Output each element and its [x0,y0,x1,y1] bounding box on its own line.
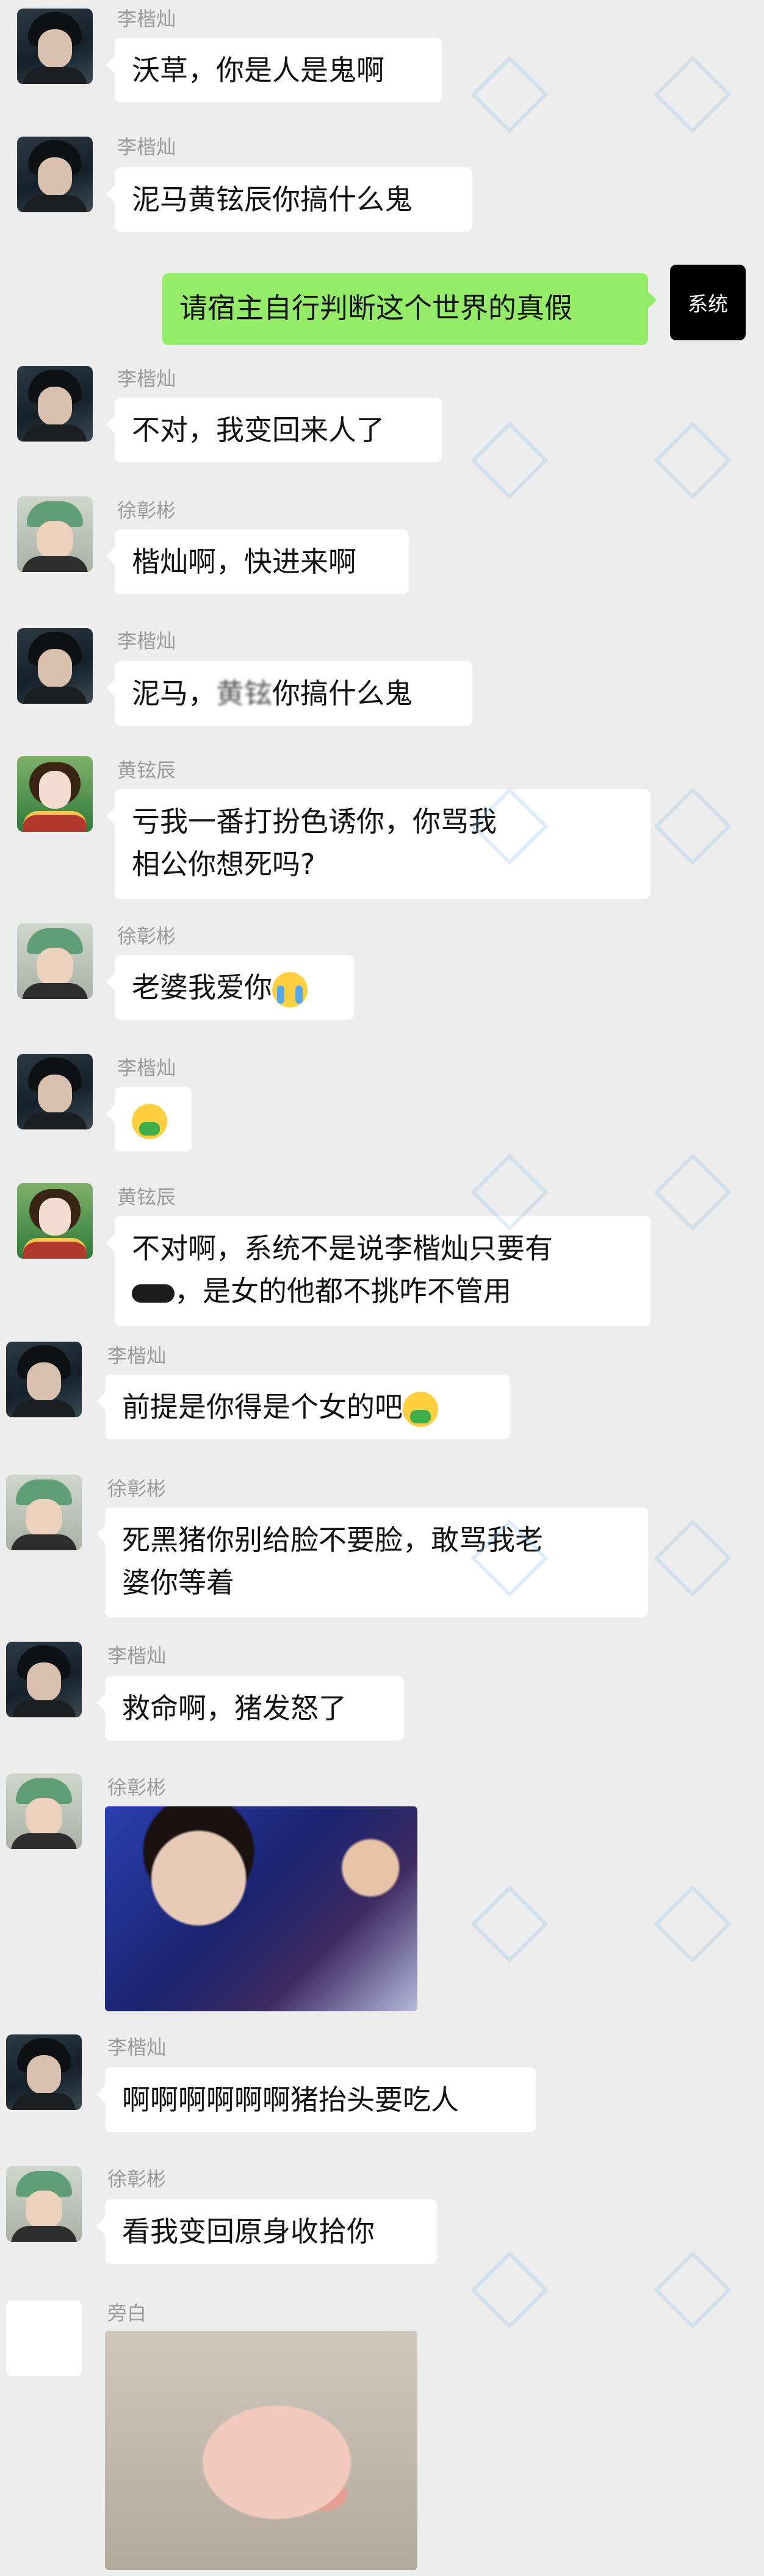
censored-text: 黄铉 [216,677,272,710]
avatar[interactable] [17,496,93,572]
message-bubble[interactable]: 救命啊，猪发怒了 [96,1676,404,1741]
loudly-crying-face-icon [272,971,308,1007]
message-text: ，是女的他都不挑咋不管用 [175,1275,511,1308]
nauseated-face-icon [403,1391,438,1427]
avatar[interactable] [17,9,93,84]
message-line: 不对啊，系统不是说李楷灿只要有 [132,1232,553,1265]
sender-name: 徐彰彬 [117,499,176,522]
sender-name: 旁白 [107,2302,147,2325]
sender-name: 李楷灿 [117,1056,176,1079]
sender-name: 徐彰彬 [107,1477,167,1500]
message-bubble[interactable]: 泥马，黄铉你搞什么鬼 [106,661,472,726]
message-line: 死黑猪你别给脸不要脸，敢骂我老 [122,1523,543,1556]
avatar[interactable] [6,1342,82,1417]
sender-name: 李楷灿 [107,1344,167,1367]
nauseated-face-icon [132,1103,167,1139]
message-bubble[interactable]: 泥马黄铉辰你搞什么鬼 [106,167,472,232]
avatar[interactable] [6,1773,82,1849]
concert-photo[interactable] [105,1806,417,2011]
sender-name: 黄铉辰 [117,1186,176,1209]
avatar[interactable] [17,923,93,999]
message-bubble[interactable]: 请宿主自行判断这个世界的真假 [162,273,657,345]
message-text: 前提是你得是个女的吧 [122,1390,403,1423]
message-line: 亏我一番打扮色诱你，你骂我 [132,805,497,838]
message-bubble[interactable]: 不对，我变回来人了 [106,398,442,462]
message-bubble[interactable]: 楷灿啊，快进来啊 [106,529,409,594]
watermark-logo [654,1885,732,1963]
message-line: 婆你等着 [122,1566,234,1599]
watermark-logo [470,2251,549,2329]
censored-mark [132,1284,175,1303]
avatar[interactable] [6,2300,82,2376]
avatar[interactable] [17,628,93,704]
watermark-logo [470,55,549,134]
avatar[interactable] [17,137,93,212]
sender-name: 黄铉辰 [117,759,176,782]
message-bubble[interactable]: 死黑猪你别给脸不要脸，敢骂我老 婆你等着 [96,1508,648,1617]
message-bubble[interactable]: 前提是你得是个女的吧 [96,1375,510,1439]
message-line: 相公你想死吗? [132,848,315,881]
message-bubble[interactable]: 老婆我爱你 [106,955,354,1020]
sender-name: 李楷灿 [107,2036,167,2059]
avatar[interactable]: 系统 [670,265,746,340]
avatar[interactable] [17,756,93,832]
watermark-logo [654,55,732,134]
message-bubble[interactable]: 亏我一番打扮色诱你，你骂我 相公你想死吗? [106,789,650,899]
message-bubble[interactable]: 不对啊，系统不是说李楷灿只要有 ，是女的他都不挑咋不管用 [106,1216,650,1326]
watermark-logo [470,1885,549,1963]
sender-name: 徐彰彬 [107,1776,167,1799]
sender-name: 李楷灿 [117,629,176,653]
message-line: ，是女的他都不挑咋不管用 [132,1270,633,1312]
watermark-logo [654,2251,732,2329]
avatar[interactable] [17,1183,93,1259]
message-bubble[interactable]: 看我变回原身收拾你 [96,2199,437,2264]
watermark-logo [654,421,732,499]
avatar[interactable] [17,366,93,442]
message-text: 老婆我爱你 [132,971,272,1004]
message-text: 你搞什么鬼 [272,677,413,710]
sender-name: 徐彰彬 [117,925,176,948]
avatar[interactable] [6,1475,82,1550]
sender-name: 李楷灿 [117,135,176,159]
watermark-logo [654,1153,732,1231]
sender-name: 李楷灿 [117,7,176,30]
message-text: 泥马， [132,677,216,710]
message-bubble[interactable]: 沃草，你是人是鬼啊 [106,38,442,102]
avatar[interactable] [6,2166,82,2242]
watermark-logo [654,1519,732,1597]
message-bubble[interactable] [106,1087,192,1151]
avatar[interactable] [17,1054,93,1129]
sender-name: 李楷灿 [107,1644,167,1667]
message-bubble[interactable]: 啊啊啊啊啊啊猪抬头要吃人 [96,2067,536,2132]
avatar[interactable] [6,1642,82,1717]
watermark-logo [654,787,732,865]
pig-photo[interactable] [105,2331,417,2570]
sender-name: 徐彰彬 [107,2167,167,2191]
sender-name: 李楷灿 [117,367,176,390]
watermark-logo [470,421,549,499]
avatar[interactable] [6,2034,82,2110]
